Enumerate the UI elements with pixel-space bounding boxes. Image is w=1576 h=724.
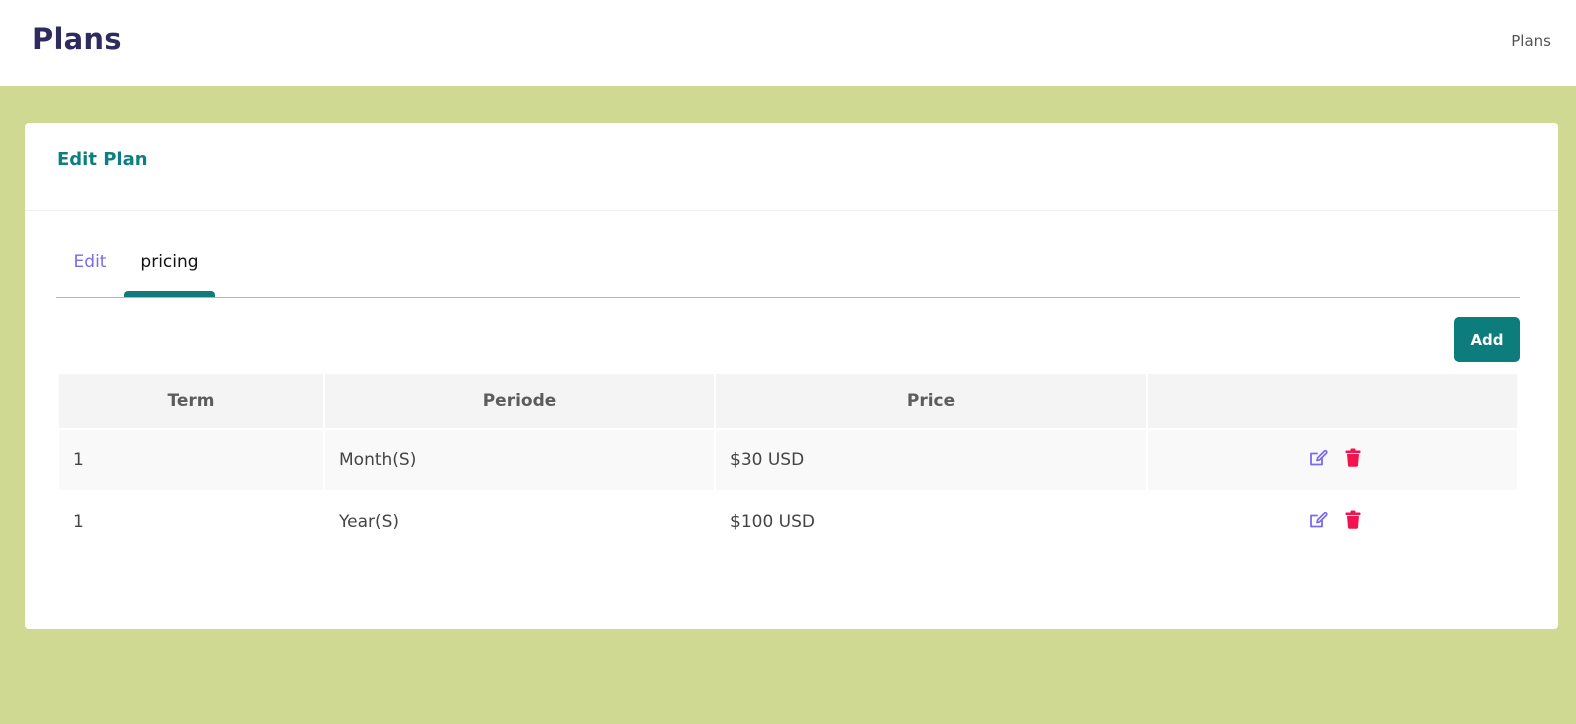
cell-actions: [1148, 492, 1517, 552]
cell-periode: Month(S): [325, 430, 714, 490]
active-tab-indicator: [124, 291, 215, 297]
cell-actions: [1148, 430, 1517, 490]
column-header-term[interactable]: Term: [59, 374, 323, 428]
column-header-periode[interactable]: Periode: [325, 374, 714, 428]
tab-pricing[interactable]: pricing: [124, 235, 215, 297]
tab-edit[interactable]: Edit: [56, 235, 124, 295]
table-header-row: Term Periode Price: [59, 374, 1517, 428]
column-header-actions: [1148, 374, 1517, 428]
pricing-table: Term Periode Price 1 Month(S) $30 USD 1 …: [57, 372, 1519, 554]
card-title: Edit Plan: [57, 149, 148, 170]
cell-term: 1: [59, 430, 323, 490]
card-header: Edit Plan: [25, 123, 1558, 211]
tab-bar: Edit pricing: [56, 235, 1520, 298]
page-title: Plans: [32, 22, 122, 56]
tab-pricing-label: pricing: [140, 252, 199, 272]
edit-icon[interactable]: [1308, 510, 1328, 535]
edit-plan-card: Edit Plan Edit pricing Add Term Periode …: [25, 123, 1558, 629]
add-button[interactable]: Add: [1454, 317, 1520, 362]
cell-term: 1: [59, 492, 323, 552]
edit-icon[interactable]: [1308, 448, 1328, 473]
table-row: 1 Month(S) $30 USD: [59, 430, 1517, 490]
cell-periode: Year(S): [325, 492, 714, 552]
breadcrumb-plans[interactable]: Plans: [1511, 32, 1551, 50]
top-header: Plans Plans: [0, 0, 1576, 86]
table-row: 1 Year(S) $100 USD: [59, 492, 1517, 552]
cell-price: $100 USD: [716, 492, 1146, 552]
trash-icon[interactable]: [1345, 448, 1361, 472]
column-header-price[interactable]: Price: [716, 374, 1146, 428]
trash-icon[interactable]: [1345, 510, 1361, 534]
cell-price: $30 USD: [716, 430, 1146, 490]
